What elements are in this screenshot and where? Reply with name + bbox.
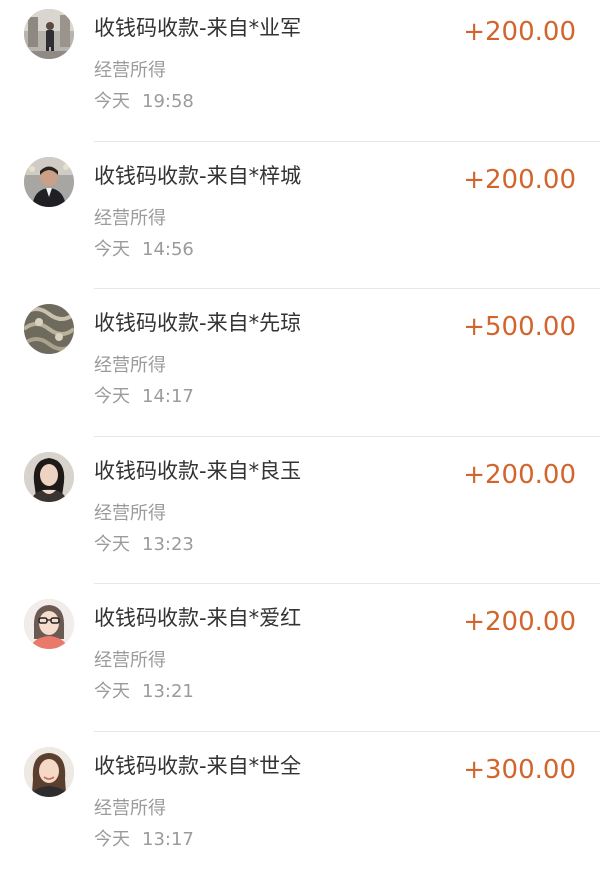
transaction-title: 收钱码收款-来自*世全 [94, 756, 301, 777]
row-divider [94, 288, 600, 289]
row-divider [94, 436, 600, 437]
transaction-category: 经营所得 [94, 357, 166, 375]
avatar [24, 9, 74, 59]
transaction-row[interactable]: 收钱码收款-来自*世全 +300.00 经营所得 今天 13:17 [0, 738, 600, 885]
transaction-time: 今天 14:17 [94, 388, 194, 406]
transaction-row[interactable]: 收钱码收款-来自*业军 +200.00 经营所得 今天 19:58 [0, 0, 600, 148]
transaction-amount: +500.00 [463, 314, 576, 340]
transaction-amount: +200.00 [463, 19, 576, 45]
avatar-photo-woman-dark-hair-icon [24, 452, 74, 502]
avatar-photo-woman-smiling-icon [24, 747, 74, 797]
avatar [24, 304, 74, 354]
transaction-category: 经营所得 [94, 210, 166, 228]
transaction-amount: +200.00 [463, 462, 576, 488]
avatar-photo-pattern-icon [24, 304, 74, 354]
transaction-clock: 14:56 [142, 239, 194, 260]
transaction-day: 今天 [94, 239, 130, 260]
transaction-day: 今天 [94, 386, 130, 407]
transaction-amount: +200.00 [463, 609, 576, 635]
transaction-row[interactable]: 收钱码收款-来自*梓城 +200.00 经营所得 今天 14:56 [0, 148, 600, 296]
transaction-row[interactable]: 收钱码收款-来自*良玉 +200.00 经营所得 今天 13:23 [0, 443, 600, 591]
transaction-list: 收钱码收款-来自*业军 +200.00 经营所得 今天 19:58 收钱码收款-来… [0, 0, 600, 853]
avatar-photo-man-standing-icon [24, 9, 74, 59]
transaction-category: 经营所得 [94, 800, 166, 818]
transaction-day: 今天 [94, 534, 130, 555]
avatar [24, 599, 74, 649]
transaction-title: 收钱码收款-来自*业军 [94, 18, 301, 39]
row-divider [94, 583, 600, 584]
transaction-category: 经营所得 [94, 652, 166, 670]
transaction-time: 今天 19:58 [94, 93, 194, 111]
transaction-category: 经营所得 [94, 62, 166, 80]
transaction-day: 今天 [94, 91, 130, 112]
transaction-title: 收钱码收款-来自*先琼 [94, 313, 301, 334]
transaction-clock: 13:17 [142, 829, 194, 850]
transaction-clock: 13:23 [142, 534, 194, 555]
transaction-category: 经营所得 [94, 505, 166, 523]
avatar [24, 452, 74, 502]
transaction-clock: 13:21 [142, 681, 194, 702]
transaction-row[interactable]: 收钱码收款-来自*爱红 +200.00 经营所得 今天 13:21 [0, 590, 600, 738]
avatar-photo-man-dark-suit-icon [24, 157, 74, 207]
transaction-time: 今天 13:21 [94, 683, 194, 701]
transaction-row[interactable]: 收钱码收款-来自*先琼 +500.00 经营所得 今天 14:17 [0, 295, 600, 443]
transaction-title: 收钱码收款-来自*梓城 [94, 166, 301, 187]
row-divider [94, 141, 600, 142]
transaction-clock: 19:58 [142, 91, 194, 112]
row-divider [94, 731, 600, 732]
transaction-amount: +300.00 [463, 757, 576, 783]
avatar-photo-woman-glasses-icon [24, 599, 74, 649]
transaction-day: 今天 [94, 829, 130, 850]
transaction-clock: 14:17 [142, 386, 194, 407]
transaction-time: 今天 14:56 [94, 241, 194, 259]
transaction-day: 今天 [94, 681, 130, 702]
transaction-time: 今天 13:17 [94, 831, 194, 849]
avatar [24, 747, 74, 797]
transaction-title: 收钱码收款-来自*爱红 [94, 608, 301, 629]
avatar [24, 157, 74, 207]
transaction-time: 今天 13:23 [94, 536, 194, 554]
transaction-title: 收钱码收款-来自*良玉 [94, 461, 301, 482]
transaction-amount: +200.00 [463, 167, 576, 193]
